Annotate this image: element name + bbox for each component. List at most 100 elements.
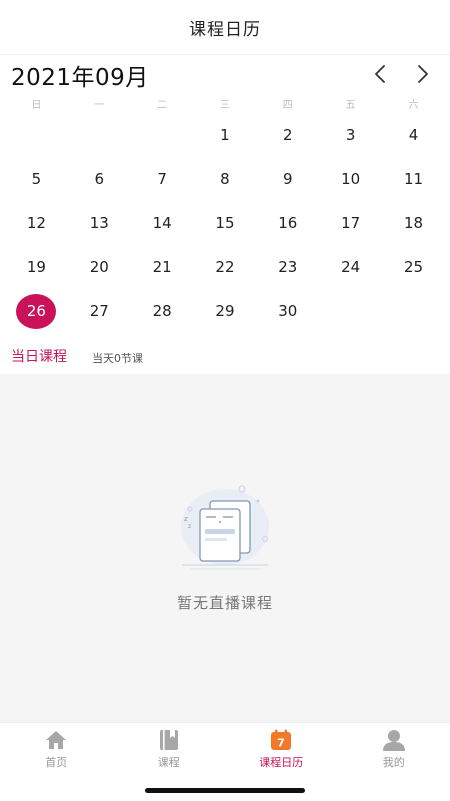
calendar-day[interactable]: 3 xyxy=(319,113,382,157)
empty-state-text: 暂无直播课程 xyxy=(0,592,450,613)
calendar-day-number: 30 xyxy=(278,302,297,320)
calendar-day[interactable]: 12 xyxy=(5,201,68,245)
today-course-count: 当天0节课 xyxy=(92,350,143,366)
calendar-day-selected[interactable]: 26 xyxy=(5,289,68,333)
book-icon xyxy=(157,729,181,751)
weekday-label: 二 xyxy=(131,96,194,112)
calendar-day[interactable]: 4 xyxy=(382,113,445,157)
calendar-day[interactable]: 16 xyxy=(256,201,319,245)
calendar-day-number: 5 xyxy=(32,170,42,188)
calendar-day[interactable]: 28 xyxy=(131,289,194,333)
tab-course-calendar[interactable]: 7 课程日历 xyxy=(225,729,338,773)
calendar-day[interactable]: 25 xyxy=(382,245,445,289)
calendar-day[interactable]: 30 xyxy=(256,289,319,333)
calendar-day-number: 26 xyxy=(16,294,56,329)
weekday-label: 一 xyxy=(68,96,131,112)
home-icon xyxy=(44,729,68,751)
tab-label: 首页 xyxy=(45,754,67,770)
weekday-header: 日 一 二 三 四 五 六 xyxy=(5,96,445,112)
home-indicator xyxy=(145,788,305,793)
svg-text:z: z xyxy=(188,523,191,530)
calendar-day-number: 22 xyxy=(215,258,234,276)
top-header: 课程日历 xyxy=(0,0,450,55)
calendar-day-number: 16 xyxy=(278,214,297,232)
tab-mine[interactable]: 我的 xyxy=(338,729,450,773)
calendar-day-number: 23 xyxy=(278,258,297,276)
empty-illustration-icon: z z xyxy=(170,479,280,579)
calendar-day-number: 13 xyxy=(90,214,109,232)
calendar-day-number: 1 xyxy=(220,126,230,144)
weekday-label: 六 xyxy=(382,96,445,112)
tab-label: 我的 xyxy=(383,754,405,770)
calendar-day[interactable]: 2 xyxy=(256,113,319,157)
calendar-day-number: 25 xyxy=(404,258,423,276)
calendar-day-number: 28 xyxy=(153,302,172,320)
calendar-day-number: 21 xyxy=(153,258,172,276)
calendar-day-number: 2 xyxy=(283,126,293,144)
page-title: 课程日历 xyxy=(189,15,261,40)
calendar-day-number: 15 xyxy=(215,214,234,232)
weekday-label: 四 xyxy=(256,96,319,112)
tab-courses[interactable]: 课程 xyxy=(113,729,226,773)
calendar-blank-cell xyxy=(131,113,194,157)
calendar-day-number: 4 xyxy=(409,126,419,144)
calendar-day[interactable]: 9 xyxy=(256,157,319,201)
calendar-day[interactable]: 27 xyxy=(68,289,131,333)
calendar-day-number: 6 xyxy=(94,170,104,188)
calendar-day[interactable]: 15 xyxy=(194,201,257,245)
calendar-day-number: 7 xyxy=(157,170,167,188)
calendar-day[interactable]: 24 xyxy=(319,245,382,289)
today-courses-bar: 当日课程 当天0节课 xyxy=(0,340,450,372)
calendar-day[interactable]: 20 xyxy=(68,245,131,289)
tab-label: 课程 xyxy=(158,754,180,770)
calendar-badge: 7 xyxy=(277,737,285,750)
calendar-day-number: 11 xyxy=(404,170,423,188)
weekday-label: 日 xyxy=(5,96,68,112)
course-list-area: z z 暂无直播课程 xyxy=(0,374,450,722)
weekday-label: 三 xyxy=(194,96,257,112)
calendar-icon: 7 xyxy=(269,729,293,751)
calendar-day[interactable]: 5 xyxy=(5,157,68,201)
calendar-blank-cell xyxy=(5,113,68,157)
svg-text:z: z xyxy=(184,515,188,523)
user-icon xyxy=(382,729,406,751)
next-month-button[interactable] xyxy=(408,59,438,89)
calendar-day[interactable]: 29 xyxy=(194,289,257,333)
calendar-day-number: 27 xyxy=(90,302,109,320)
calendar-day-number: 3 xyxy=(346,126,356,144)
calendar-day[interactable]: 11 xyxy=(382,157,445,201)
calendar-day-number: 9 xyxy=(283,170,293,188)
calendar-day-number: 17 xyxy=(341,214,360,232)
calendar-grid: 1234567891011121314151617181920212223242… xyxy=(5,113,445,333)
chevron-right-icon xyxy=(416,64,430,84)
month-bar: 2021年09月 xyxy=(0,55,450,93)
calendar-day[interactable]: 10 xyxy=(319,157,382,201)
calendar-day[interactable]: 21 xyxy=(131,245,194,289)
calendar-day[interactable]: 19 xyxy=(5,245,68,289)
calendar-day[interactable]: 23 xyxy=(256,245,319,289)
calendar-day[interactable]: 7 xyxy=(131,157,194,201)
calendar-day[interactable]: 17 xyxy=(319,201,382,245)
calendar-day[interactable]: 14 xyxy=(131,201,194,245)
today-courses-label: 当日课程 xyxy=(11,346,67,366)
calendar-day[interactable]: 18 xyxy=(382,201,445,245)
calendar-day[interactable]: 6 xyxy=(68,157,131,201)
calendar-day-number: 19 xyxy=(27,258,46,276)
tab-home[interactable]: 首页 xyxy=(0,729,113,773)
calendar-day[interactable]: 1 xyxy=(194,113,257,157)
calendar-day-number: 24 xyxy=(341,258,360,276)
calendar-day-number: 12 xyxy=(27,214,46,232)
calendar-day[interactable]: 8 xyxy=(194,157,257,201)
tab-label: 课程日历 xyxy=(259,754,303,770)
calendar-day-number: 14 xyxy=(153,214,172,232)
calendar-day-number: 18 xyxy=(404,214,423,232)
weekday-label: 五 xyxy=(319,96,382,112)
prev-month-button[interactable] xyxy=(365,59,395,89)
calendar-day-number: 29 xyxy=(215,302,234,320)
chevron-left-icon xyxy=(373,64,387,84)
calendar-day[interactable]: 13 xyxy=(68,201,131,245)
calendar-day-number: 8 xyxy=(220,170,230,188)
month-title: 2021年09月 xyxy=(11,58,149,92)
calendar-day-number: 20 xyxy=(90,258,109,276)
calendar-day[interactable]: 22 xyxy=(194,245,257,289)
